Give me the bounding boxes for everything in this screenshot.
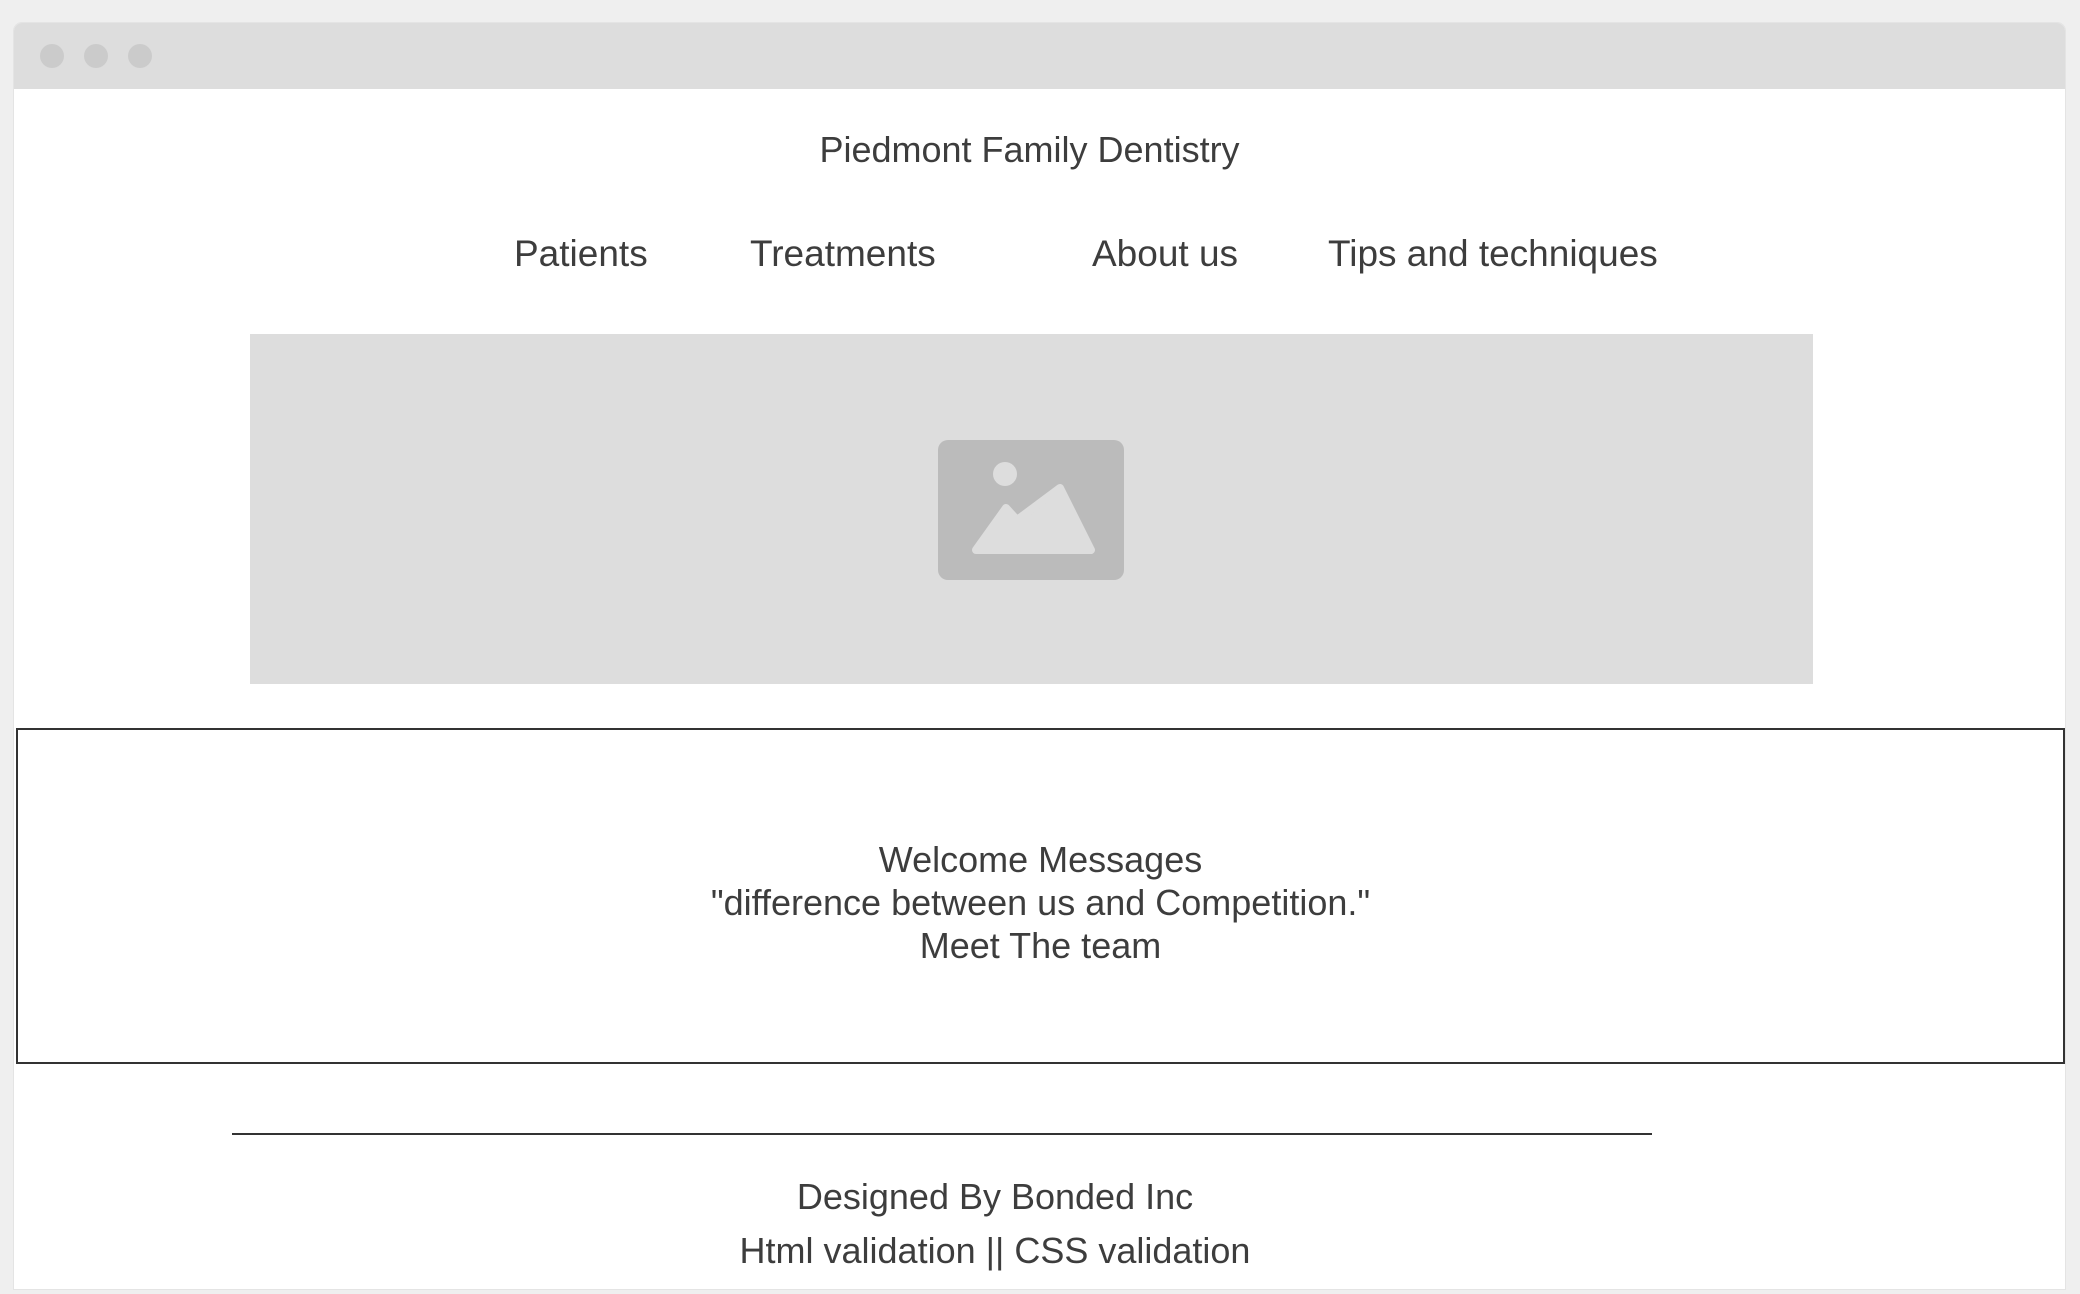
nav-item-treatments[interactable]: Treatments (750, 233, 936, 275)
nav-item-about-us[interactable]: About us (1092, 233, 1238, 275)
maximize-dot-icon[interactable] (128, 44, 152, 68)
footer-credit: Designed By Bonded Inc (796, 1176, 1194, 1217)
image-placeholder-icon (938, 440, 1124, 580)
browser-window: Piedmont Family Dentistry Patients Treat… (14, 23, 2065, 1289)
nav-item-tips-and-techniques[interactable]: Tips and techniques (1328, 233, 1658, 275)
minimize-dot-icon[interactable] (84, 44, 108, 68)
close-dot-icon[interactable] (40, 44, 64, 68)
welcome-section: Welcome Messages "difference between us … (16, 728, 2065, 1064)
hero-image-placeholder (250, 334, 1813, 684)
welcome-text: Welcome Messages "difference between us … (18, 838, 2063, 967)
footer-divider (232, 1133, 1652, 1135)
footer-validation-links[interactable]: Html validation || CSS validation (14, 1230, 1976, 1272)
window-titlebar (14, 23, 2065, 89)
nav-item-patients[interactable]: Patients (514, 233, 648, 275)
site-title: Piedmont Family Dentistry (819, 129, 1240, 170)
welcome-heading: Welcome Messages (878, 839, 1203, 880)
meet-the-team: Meet The team (919, 925, 1162, 966)
welcome-tagline: "difference between us and Competition." (710, 882, 1371, 923)
